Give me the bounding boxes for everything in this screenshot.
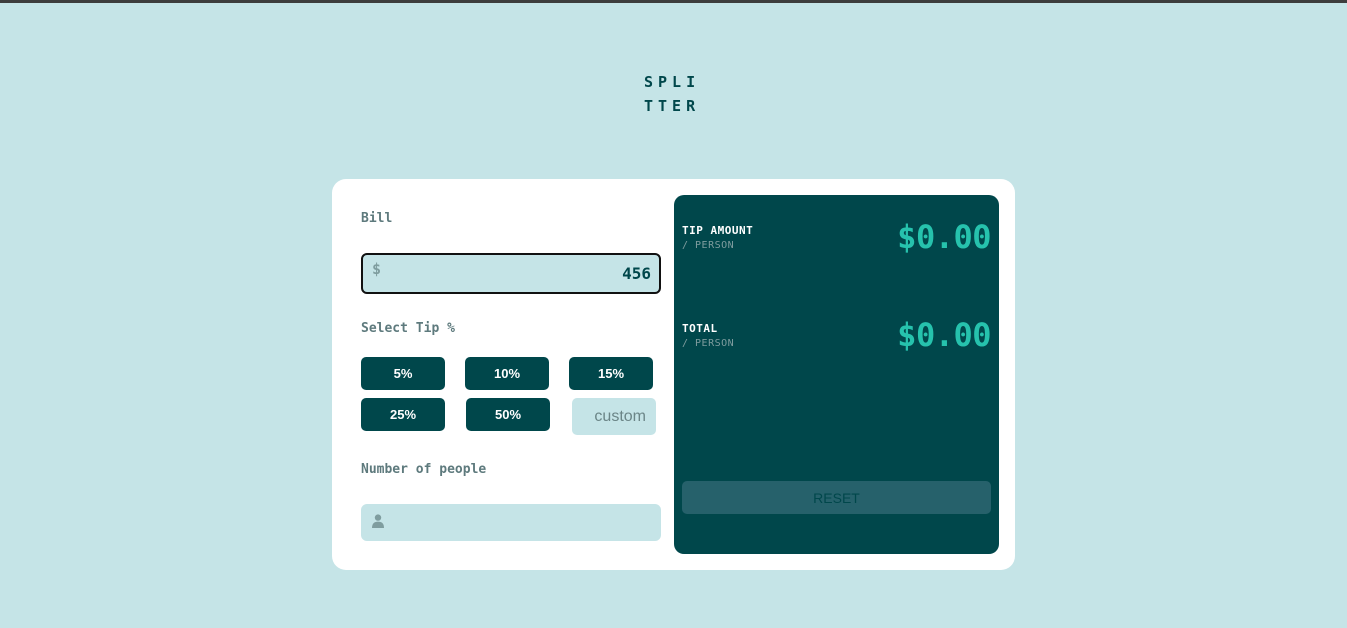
tip-button-5[interactable]: 5%	[361, 357, 445, 390]
total-subtitle: / PERSON	[682, 338, 735, 349]
tip-amount-title: TIP AMOUNT	[682, 224, 754, 237]
bill-field[interactable]: $	[361, 253, 661, 294]
tip-label: Select Tip %	[361, 321, 455, 336]
bill-input[interactable]	[393, 255, 651, 292]
total-value: $0.00	[897, 316, 991, 354]
tip-button-25[interactable]: 25%	[361, 398, 445, 431]
calculator-card: Bill $ Select Tip % 5% 10% 15% 25% 50% N…	[332, 179, 1015, 570]
custom-tip-input[interactable]	[572, 398, 656, 435]
total-title: TOTAL	[682, 322, 718, 335]
logo-line-1: SPLI	[644, 73, 701, 91]
reset-button[interactable]: RESET	[682, 481, 991, 514]
tip-amount-value: $0.00	[897, 218, 991, 256]
tip-button-10[interactable]: 10%	[465, 357, 549, 390]
logo-line-2: TTER	[644, 97, 701, 115]
person-icon	[372, 514, 384, 528]
top-border	[0, 0, 1347, 3]
dollar-icon: $	[372, 260, 382, 278]
reset-label: RESET	[813, 489, 860, 506]
people-label: Number of people	[361, 462, 487, 477]
people-field[interactable]	[361, 504, 661, 541]
people-input[interactable]	[393, 504, 651, 541]
app-logo: SPLI TTER	[644, 70, 704, 118]
results-panel: TIP AMOUNT / PERSON $0.00 TOTAL / PERSON…	[674, 195, 999, 554]
tip-button-50[interactable]: 50%	[466, 398, 550, 431]
tip-amount-subtitle: / PERSON	[682, 240, 735, 251]
bill-label: Bill	[361, 211, 393, 226]
tip-button-15[interactable]: 15%	[569, 357, 653, 390]
